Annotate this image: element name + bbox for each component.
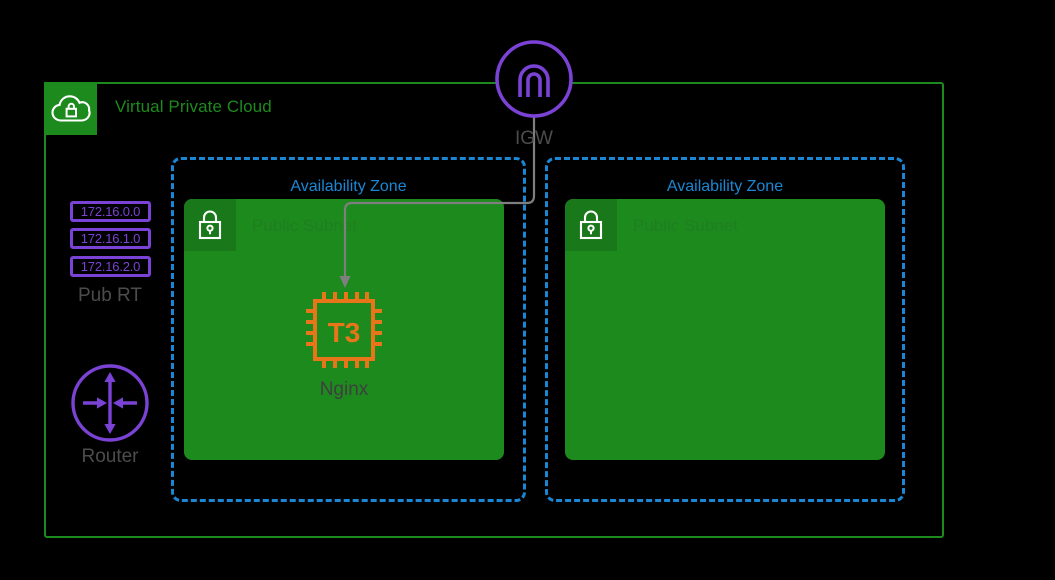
router-icon	[70, 363, 150, 443]
availability-zone-label: Availability Zone	[666, 178, 784, 195]
public-subnet-right: Public Subnet	[565, 199, 885, 460]
subnet-lock-icon	[565, 199, 617, 251]
internet-gateway-label: IGW	[515, 128, 553, 149]
vpc-cloud-lock-icon	[44, 82, 97, 135]
ec2-instance-label: Nginx	[319, 379, 369, 400]
vpc-title: Virtual Private Cloud	[115, 97, 272, 116]
architecture-diagram-canvas: Virtual Private Cloud 172.16.0.0 172.16.…	[0, 0, 1055, 580]
route-table-entry: 172.16.0.0	[70, 201, 151, 222]
router-label: Router	[81, 446, 139, 467]
internet-gateway-icon	[494, 39, 574, 119]
route-table-entry: 172.16.1.0	[70, 228, 151, 249]
ec2-instance-type: T3	[328, 317, 361, 348]
route-table-entry: 172.16.2.0	[70, 256, 151, 277]
availability-zone-label: Availability Zone	[290, 178, 407, 195]
public-subnet-label: Public Subnet	[633, 216, 738, 235]
route-table-label: Pub RT	[77, 285, 143, 306]
subnet-lock-icon	[184, 199, 236, 251]
ec2-instance-icon: T3	[299, 289, 389, 371]
public-subnet-label: Public Subnet	[252, 216, 357, 235]
